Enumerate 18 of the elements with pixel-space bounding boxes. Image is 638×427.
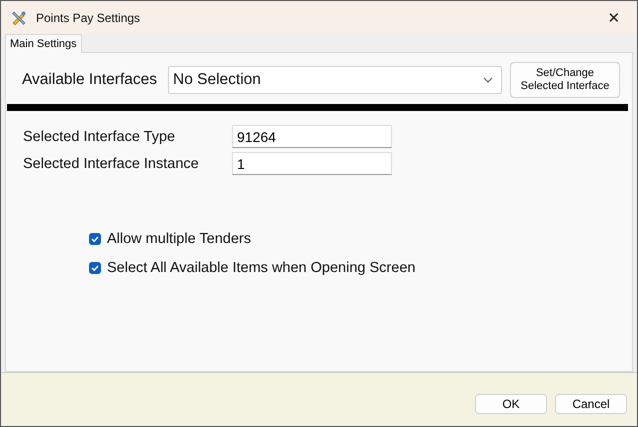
checkbox[interactable] <box>89 232 101 244</box>
field-label: Selected Interface Type <box>23 128 176 144</box>
input-field[interactable]: 1 <box>232 152 392 175</box>
tab[interactable]: Main Settings <box>5 34 82 53</box>
set-interface-button[interactable]: Set/Change Selected Interface <box>510 62 620 98</box>
dialog-button[interactable]: OK <box>475 394 547 414</box>
checkbox[interactable] <box>89 262 101 274</box>
field-label: Selected Interface Instance <box>23 156 200 172</box>
window-title: Points Pay Settings <box>36 10 142 24</box>
checkbox-label: Allow multiple Tenders <box>107 230 251 246</box>
tools-icon <box>11 10 27 26</box>
chevron-down-icon <box>483 77 493 83</box>
input-field[interactable]: 91264 <box>232 125 392 148</box>
field-label: Available Interfaces <box>22 71 157 89</box>
dialog-button[interactable]: Cancel <box>555 394 627 414</box>
interface-dropdown[interactable]: No Selection <box>168 66 502 94</box>
checkbox-label: Select All Available Items when Opening Screen <box>107 260 416 276</box>
close-button[interactable]: ✕ <box>591 1 637 34</box>
